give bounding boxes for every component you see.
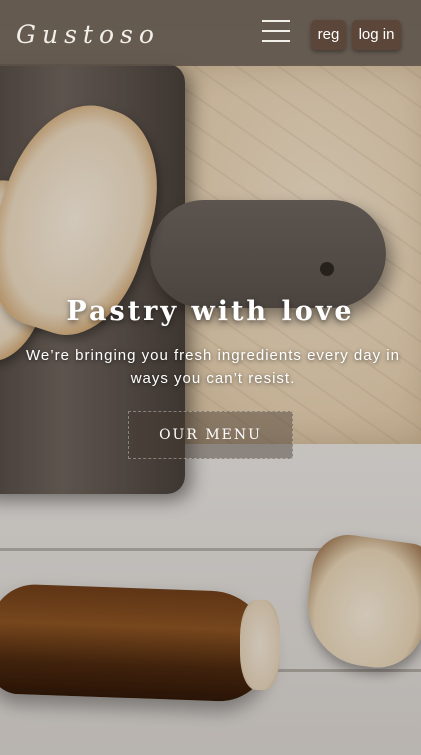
hero-subtitle: We’re bringing you fresh ingredients eve… bbox=[26, 347, 400, 387]
register-button[interactable]: reg bbox=[311, 20, 346, 50]
logo[interactable]: Gustoso bbox=[16, 20, 160, 49]
site-header: Gustoso reg log in bbox=[0, 0, 421, 66]
our-menu-button[interactable]: OUR MENU bbox=[128, 411, 293, 459]
login-button[interactable]: log in bbox=[352, 20, 401, 50]
hamburger-icon[interactable] bbox=[262, 20, 290, 44]
hero-title: Pastry with love bbox=[66, 296, 355, 327]
